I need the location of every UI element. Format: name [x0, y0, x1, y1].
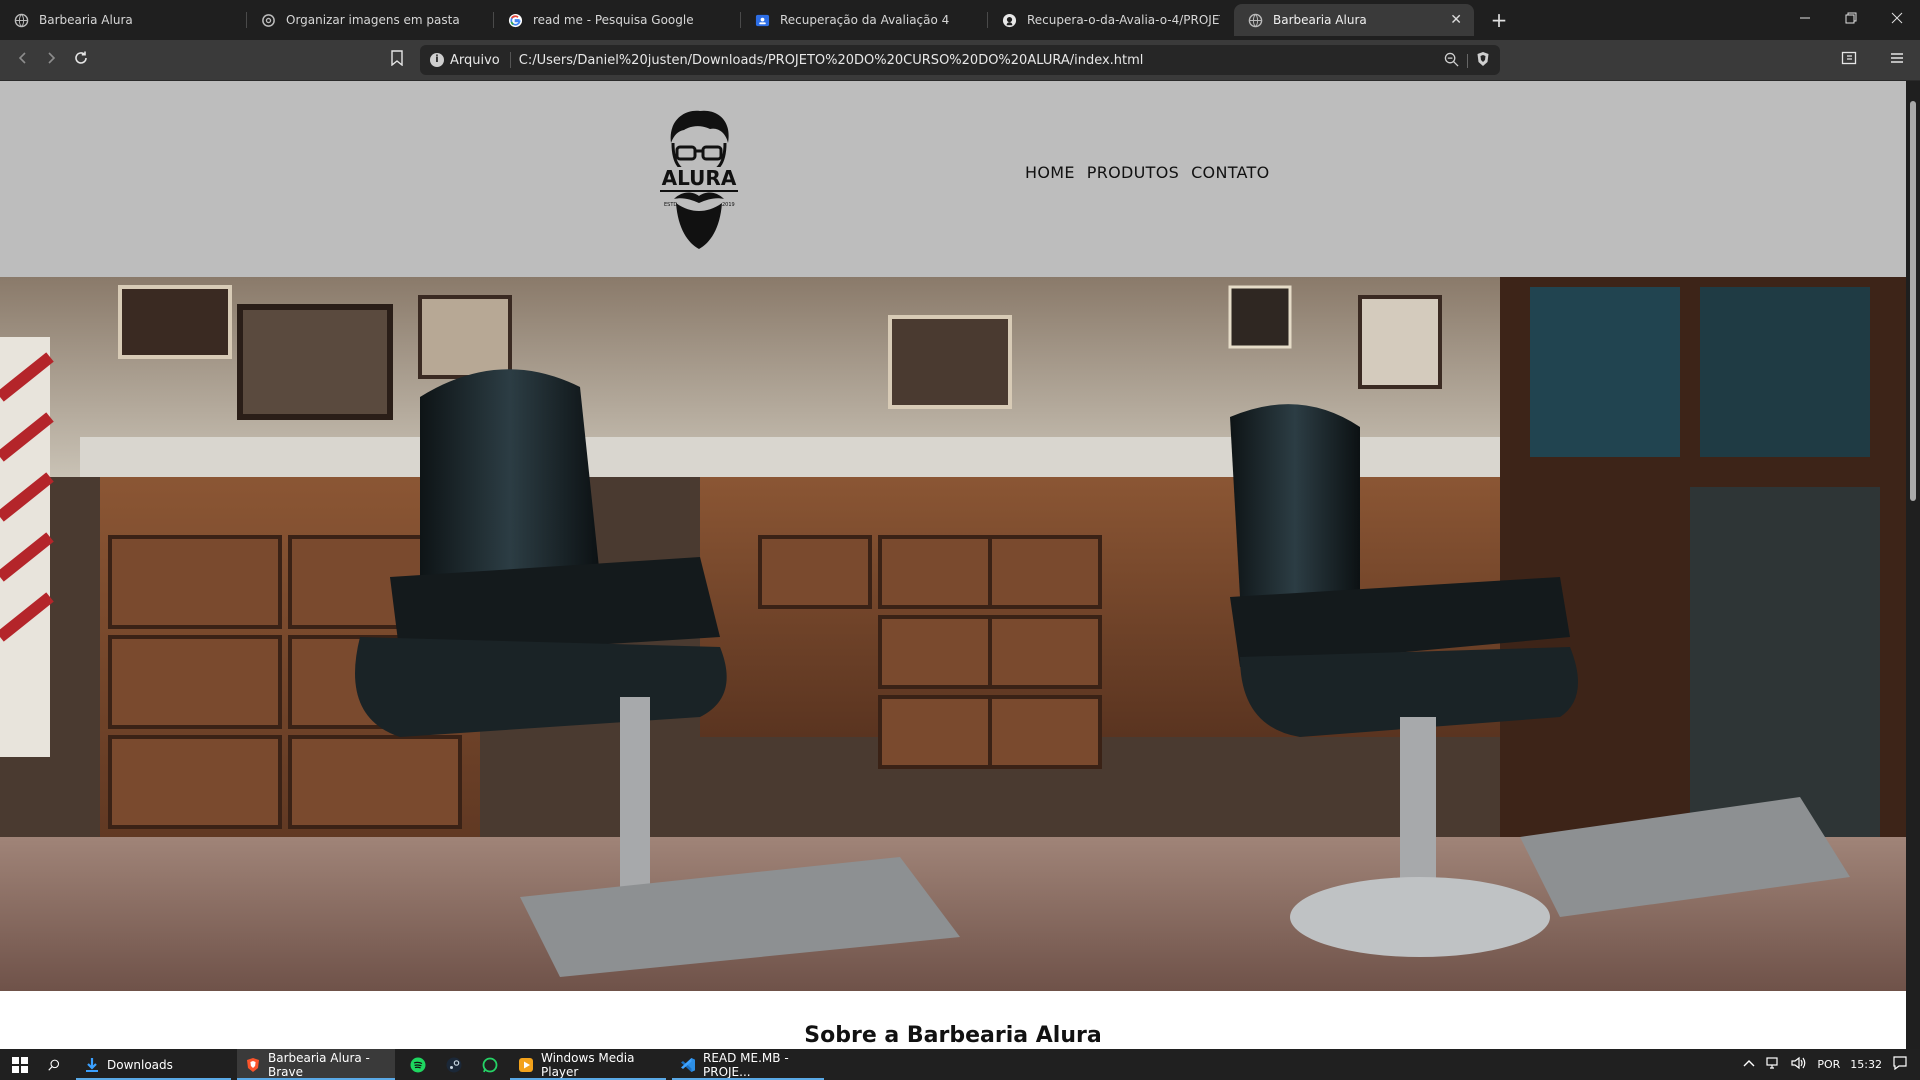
section-title-text: Sobre a Barbearia Alura	[796, 1023, 1110, 1048]
globe-icon	[1248, 13, 1263, 28]
notifications-icon[interactable]	[1892, 1056, 1908, 1073]
new-tab-button[interactable]: +	[1485, 6, 1513, 34]
reload-button[interactable]	[66, 46, 96, 76]
address-divider	[1467, 54, 1468, 68]
browser-toolbar: i Arquivo C:/Users/Daniel%20justen/Downl…	[0, 40, 1920, 81]
tab-title: Recuperação da Avaliação 4	[780, 13, 950, 27]
tab-read-me-google[interactable]: read me - Pesquisa Google	[494, 4, 740, 36]
classroom-icon	[755, 13, 770, 28]
alura-logo[interactable]: ALURA ESTD 2019	[654, 103, 744, 253]
start-button[interactable]	[0, 1049, 40, 1080]
globe-icon	[14, 13, 29, 28]
chatgpt-icon	[261, 13, 276, 28]
taskbar-brave[interactable]: Barbearia Alura - Brave	[237, 1049, 395, 1080]
nav-produtos[interactable]: PRODUTOS	[1087, 163, 1179, 182]
taskbar-whatsapp[interactable]	[476, 1049, 504, 1080]
address-scheme-label: Arquivo	[450, 52, 500, 68]
tab-title: Organizar imagens em pasta	[286, 13, 460, 27]
search-taskbar-button[interactable]	[40, 1049, 68, 1080]
steam-icon	[446, 1057, 462, 1072]
logo-year: 2019	[722, 202, 735, 208]
menu-icon[interactable]	[1882, 46, 1912, 76]
zoom-icon[interactable]	[1444, 52, 1459, 71]
brave-icon	[247, 1057, 259, 1072]
tab-recuperacao-avaliacao[interactable]: Recuperação da Avaliação 4	[741, 4, 987, 36]
address-bar[interactable]: i Arquivo C:/Users/Daniel%20justen/Downl…	[420, 45, 1500, 75]
search-icon	[48, 1059, 60, 1071]
tab-title: Barbearia Alura	[39, 13, 133, 27]
taskbar-spotify[interactable]	[404, 1049, 432, 1080]
bookmark-icon[interactable]	[382, 46, 412, 76]
google-icon	[508, 13, 523, 28]
tab-title: Recupera-o-da-Avalia-o-4/PROJETO	[1027, 13, 1220, 27]
logo-wordmark: ALURA	[662, 166, 737, 190]
taskbar-label: Downloads	[107, 1057, 173, 1072]
system-tray: POR 15:32	[1743, 1049, 1920, 1080]
clock-time[interactable]: 15:32	[1850, 1058, 1882, 1071]
taskbar-label: Barbearia Alura - Brave	[268, 1050, 370, 1079]
tab-organizar-imagens[interactable]: Organizar imagens em pasta	[247, 4, 493, 36]
restore-button[interactable]	[1828, 0, 1874, 40]
nav-home[interactable]: HOME	[1025, 163, 1075, 182]
sidebar-toggle-icon[interactable]	[1834, 46, 1864, 76]
tab-barbearia-alura-1[interactable]: Barbearia Alura	[0, 4, 246, 36]
tab-github-repo[interactable]: Recupera-o-da-Avalia-o-4/PROJETO	[988, 4, 1234, 36]
page-viewport: ALURA ESTD 2019 HOME PRODUTOS CONTATO So…	[0, 81, 1906, 1049]
taskbar: Downloads Barbearia Alura - Brave Window…	[0, 1049, 1920, 1080]
info-icon[interactable]: i	[430, 53, 444, 67]
network-icon[interactable]	[1765, 1056, 1781, 1073]
address-divider	[509, 52, 511, 68]
folder-download-icon	[86, 1057, 98, 1072]
chevron-up-icon[interactable]	[1743, 1058, 1755, 1071]
taskbar-windows-media-player[interactable]: Windows Media Player	[510, 1049, 666, 1080]
close-tab-icon[interactable]: ✕	[1450, 12, 1462, 28]
spotify-icon	[410, 1057, 426, 1072]
github-icon	[1002, 13, 1017, 28]
taskbar-vscode[interactable]: READ ME.MB - PROJE...	[672, 1049, 824, 1080]
back-button[interactable]	[8, 46, 38, 76]
tab-strip: Barbearia Alura Organizar imagens em pas…	[0, 0, 1920, 40]
main-nav: HOME PRODUTOS CONTATO	[1025, 163, 1270, 182]
taskbar-label: READ ME.MB - PROJE...	[703, 1050, 789, 1079]
tab-title: Barbearia Alura	[1273, 13, 1367, 27]
section-title-sobre: Sobre a Barbearia Alura	[0, 1023, 1906, 1048]
taskbar-steam[interactable]	[440, 1049, 468, 1080]
taskbar-label: Windows Media Player	[541, 1050, 635, 1079]
page-scrollbar[interactable]	[1906, 81, 1920, 1049]
media-player-icon	[519, 1057, 533, 1072]
taskbar-downloads[interactable]: Downloads	[76, 1049, 231, 1080]
address-actions	[1444, 51, 1490, 71]
whatsapp-icon	[482, 1057, 498, 1072]
logo-estd: ESTD	[664, 202, 677, 208]
minimize-button[interactable]	[1782, 0, 1828, 40]
site-header: ALURA ESTD 2019 HOME PRODUTOS CONTATO	[0, 81, 1906, 277]
scroll-thumb[interactable]	[1910, 101, 1916, 501]
vscode-icon	[681, 1057, 695, 1072]
brave-shield-icon[interactable]	[1476, 51, 1490, 71]
volume-icon[interactable]	[1791, 1056, 1807, 1073]
windows-icon	[12, 1056, 28, 1073]
address-url[interactable]: C:/Users/Daniel%20justen/Downloads/PROJE…	[519, 53, 1144, 68]
language-indicator[interactable]: POR	[1817, 1058, 1840, 1071]
close-window-button[interactable]	[1874, 0, 1920, 40]
nav-contato[interactable]: CONTATO	[1191, 163, 1269, 182]
hero-barbershop-image	[0, 277, 1906, 991]
tab-title: read me - Pesquisa Google	[533, 13, 694, 27]
tab-barbearia-alura-active[interactable]: Barbearia Alura ✕	[1234, 4, 1474, 36]
forward-button[interactable]	[36, 46, 66, 76]
